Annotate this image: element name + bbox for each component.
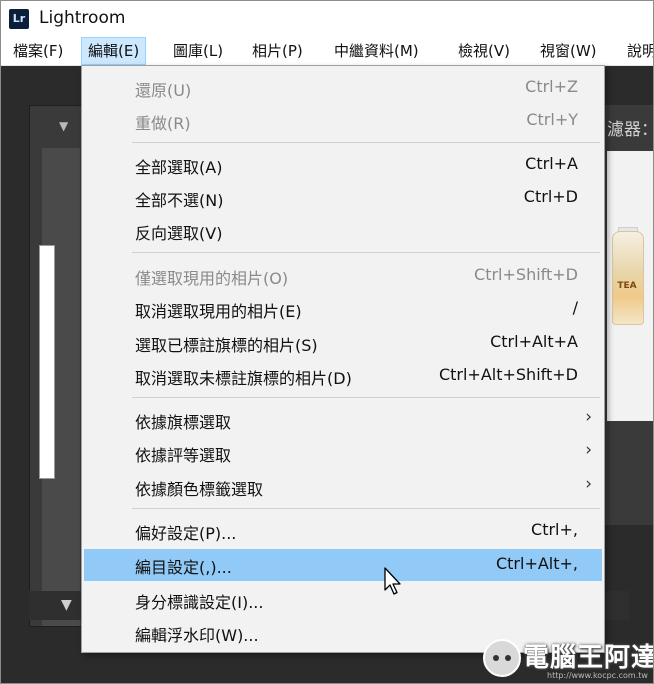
menu-item-label: 編輯浮水印(W)...: [135, 626, 259, 645]
title-bar: Lr Lightroom: [1, 1, 653, 37]
menu-item-deselect-unflagged[interactable]: 取消選取未標註旗標的相片(D) Ctrl+Alt+Shift+D: [84, 360, 602, 390]
screenshot-frame: Lr Lightroom 檔案(F) 編輯(E) 圖庫(L) 相片(P) 中繼資…: [0, 0, 654, 684]
navigator-preview: [39, 245, 55, 479]
menu-item-label: 全部選取(A): [135, 158, 223, 177]
filter-label: 濾器：: [607, 120, 654, 140]
menu-item-label: 依據旗標選取: [135, 413, 232, 432]
menu-item-shortcut: Ctrl+Alt+Shift+D: [438, 365, 578, 384]
photo-thumbnail[interactable]: [612, 231, 644, 325]
menu-item-shortcut: /: [572, 298, 578, 317]
menu-item-deselect-active[interactable]: 取消選取現用的相片(E) /: [84, 293, 602, 323]
menu-separator: [132, 397, 600, 398]
menu-item-shortcut: Ctrl+A: [525, 154, 578, 173]
submenu-arrow-icon: ›: [585, 474, 592, 494]
menu-item-shortcut: Ctrl+Y: [526, 110, 578, 129]
menu-item-label: 反向選取(V): [135, 224, 223, 243]
menu-item-shortcut: Ctrl+Z: [525, 77, 578, 96]
menu-item-redo[interactable]: 重做(R) Ctrl+Y: [84, 105, 602, 135]
menu-help[interactable]: 說明: [621, 37, 653, 65]
lightroom-app-icon: Lr: [9, 9, 29, 29]
menu-item-label: 全部不選(N): [135, 191, 224, 210]
menu-window[interactable]: 視窗(W): [534, 37, 603, 65]
mouse-cursor-icon: [384, 567, 401, 595]
submenu-arrow-icon: ›: [585, 440, 592, 460]
window-title: Lightroom: [39, 8, 126, 28]
submenu-arrow-icon: ›: [585, 407, 592, 427]
menu-edit[interactable]: 編輯(E): [81, 37, 147, 65]
menu-item-select-by-rating[interactable]: 依據評等選取 ›: [84, 437, 602, 467]
menu-item-label: 編目設定(,)...: [135, 558, 232, 577]
menu-item-invert-selection[interactable]: 反向選取(V): [84, 215, 602, 245]
watermark-text: 電腦王阿達: [523, 643, 654, 673]
collapse-triangle-icon[interactable]: ▼: [59, 119, 68, 133]
left-panel: [29, 105, 85, 627]
menu-item-label: 依據評等選取: [135, 446, 232, 465]
menu-item-select-by-flag[interactable]: 依據旗標選取 ›: [84, 404, 602, 434]
menu-file[interactable]: 檔案(F): [7, 37, 69, 65]
menu-separator: [132, 508, 600, 509]
menu-item-shortcut: Ctrl+Alt+A: [490, 332, 578, 351]
menu-item-identity-plate[interactable]: 身分標識設定(I)...: [84, 584, 602, 614]
menu-item-select-all[interactable]: 全部選取(A) Ctrl+A: [84, 149, 602, 179]
menu-metadata[interactable]: 中繼資料(M): [328, 37, 425, 65]
menu-item-select-flagged[interactable]: 選取已標註旗標的相片(S) Ctrl+Alt+A: [84, 327, 602, 357]
menu-item-label: 僅選取現用的相片(O): [135, 269, 289, 288]
menu-item-shortcut: Ctrl+Shift+D: [474, 265, 578, 284]
menu-view[interactable]: 檢視(V): [452, 37, 516, 65]
menu-item-label: 依據顏色標籤選取: [135, 480, 264, 499]
menu-item-undo[interactable]: 還原(U) Ctrl+Z: [84, 72, 602, 102]
menu-item-label: 重做(R): [135, 114, 191, 133]
menu-separator: [132, 252, 600, 253]
menu-item-label: 偏好設定(P)...: [135, 524, 237, 543]
menu-item-shortcut: Ctrl+D: [523, 187, 578, 206]
menu-item-label: 取消選取現用的相片(E): [135, 302, 302, 321]
menu-item-label: 取消選取未標註旗標的相片(D): [135, 369, 352, 388]
menu-item-shortcut: Ctrl+,: [531, 520, 578, 539]
watermark-url: http://www.kocpc.com.tw: [547, 671, 648, 680]
menu-item-shortcut: Ctrl+Alt+,: [495, 554, 578, 573]
menu-separator: [132, 142, 600, 143]
menu-item-select-none[interactable]: 全部不選(N) Ctrl+D: [84, 182, 602, 212]
catalog-collapse-icon[interactable]: ▼: [61, 597, 72, 613]
menu-item-label: 身分標識設定(I)...: [135, 593, 264, 612]
menu-item-label: 還原(U): [135, 81, 192, 100]
menu-library[interactable]: 圖庫(L): [167, 37, 229, 65]
menu-item-catalog-settings[interactable]: 編目設定(,)... Ctrl+Alt+,: [84, 549, 602, 581]
menu-item-select-by-color[interactable]: 依據顏色標籤選取 ›: [84, 471, 602, 501]
mascot-icon: [483, 639, 521, 677]
menu-bar: 檔案(F) 編輯(E) 圖庫(L) 相片(P) 中繼資料(M) 檢視(V) 視窗…: [1, 37, 653, 66]
product-label: TEA: [617, 281, 637, 291]
menu-item-select-only-active[interactable]: 僅選取現用的相片(O) Ctrl+Shift+D: [84, 260, 602, 290]
menu-item-label: 選取已標註旗標的相片(S): [135, 336, 318, 355]
site-watermark: 電腦王阿達 http://www.kocpc.com.tw: [483, 633, 654, 681]
menu-item-preferences[interactable]: 偏好設定(P)... Ctrl+,: [84, 515, 602, 545]
edit-menu-dropdown: 還原(U) Ctrl+Z 重做(R) Ctrl+Y 全部選取(A) Ctrl+A…: [81, 65, 605, 653]
menu-photo[interactable]: 相片(P): [246, 37, 309, 65]
